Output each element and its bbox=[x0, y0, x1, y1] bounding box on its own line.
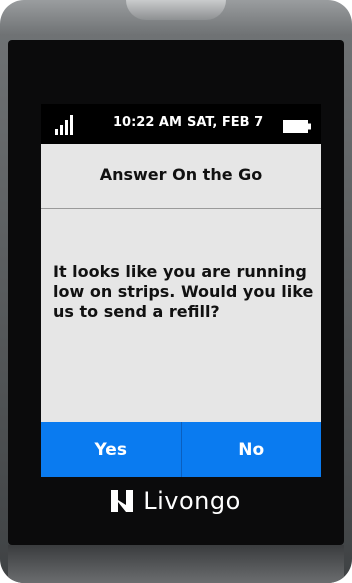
livongo-logo-icon bbox=[111, 490, 134, 512]
battery-icon bbox=[283, 120, 311, 133]
no-button[interactable]: No bbox=[181, 422, 321, 477]
device-bottom-edge bbox=[8, 545, 344, 583]
device-notch bbox=[126, 0, 226, 20]
answer-button-row: Yes No bbox=[41, 422, 321, 477]
status-time: 10:22 AM bbox=[113, 115, 182, 130]
meter-device: 10:22 AM SAT, FEB 7 Answer On the Go It … bbox=[0, 0, 352, 583]
screen-title: Answer On the Go bbox=[99, 165, 263, 184]
screen-title-bar: Answer On the Go bbox=[41, 144, 321, 209]
brand-name: Livongo bbox=[143, 487, 241, 515]
signal-bars-icon bbox=[55, 115, 73, 135]
refill-prompt-message: It looks like you are running low on str… bbox=[53, 262, 314, 321]
brand-logo: Livongo bbox=[0, 486, 352, 516]
device-screen: 10:22 AM SAT, FEB 7 Answer On the Go It … bbox=[41, 104, 321, 477]
yes-button[interactable]: Yes bbox=[41, 422, 182, 477]
status-date: SAT, FEB 7 bbox=[187, 115, 264, 130]
status-bar: 10:22 AM SAT, FEB 7 bbox=[41, 104, 321, 144]
